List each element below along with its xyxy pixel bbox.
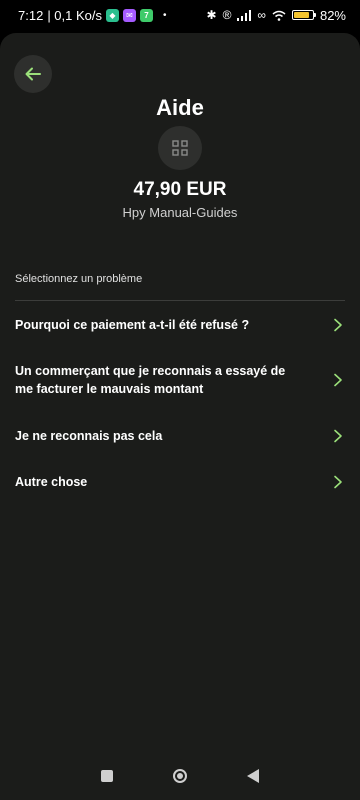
registered-icon: ® bbox=[222, 8, 232, 22]
help-option-refused[interactable]: Pourquoi ce paiement a-t-il été refusé ? bbox=[15, 316, 345, 334]
chevron-right-icon bbox=[331, 318, 345, 332]
shield-app-icon: ◆ bbox=[106, 8, 119, 22]
status-right: ✱ ® ∞ 82% bbox=[207, 8, 347, 23]
signal-icon bbox=[237, 9, 252, 21]
notification-dot-icon: • bbox=[163, 9, 167, 21]
messenger-icon: ✉ bbox=[123, 8, 136, 22]
help-option-other[interactable]: Autre chose bbox=[15, 473, 345, 491]
back-button[interactable] bbox=[14, 55, 52, 93]
option-label: Autre chose bbox=[15, 475, 88, 489]
navigation-bar bbox=[0, 752, 360, 800]
app-7-icon: 7 bbox=[140, 8, 153, 22]
help-sheet: Aide 47,90 EUR Hpy Manual-Guides Sélecti… bbox=[0, 33, 360, 800]
page-title: Aide bbox=[156, 95, 204, 120]
status-time: 7:12 bbox=[18, 7, 44, 23]
network-speed: | 0,1 Ko/s bbox=[47, 7, 102, 23]
bluetooth-icon: ✱ bbox=[206, 8, 217, 22]
transaction-amount: 47,90 EUR bbox=[133, 179, 227, 200]
recent-apps-button[interactable] bbox=[101, 770, 113, 782]
section-label: Sélectionnez un problème bbox=[15, 273, 143, 285]
status-left: 7:12 | 0,1 Ko/s ◆ ✉ 7 • bbox=[18, 8, 167, 23]
link-icon: ∞ bbox=[257, 8, 266, 22]
arrow-left-icon bbox=[25, 67, 41, 81]
merchant-name: Hpy Manual-Guides bbox=[122, 205, 238, 220]
option-label: Pourquoi ce paiement a-t-il été refusé ? bbox=[15, 318, 250, 332]
chevron-right-icon bbox=[331, 475, 345, 489]
divider bbox=[15, 300, 345, 301]
grid-icon bbox=[172, 140, 188, 156]
home-button[interactable] bbox=[173, 769, 187, 783]
help-option-not-recognized[interactable]: Je ne reconnais pas cela bbox=[15, 427, 345, 445]
battery-icon bbox=[291, 10, 316, 20]
wifi-icon bbox=[272, 10, 286, 21]
battery-percent: 82% bbox=[319, 7, 346, 23]
option-label: Un commerçant que je reconnais a essayé … bbox=[15, 364, 286, 396]
chevron-right-icon bbox=[331, 373, 345, 387]
merchant-logo bbox=[158, 126, 202, 170]
help-option-wrong-amount[interactable]: Un commerçant que je reconnais a essayé … bbox=[15, 362, 345, 398]
status-bar: 7:12 | 0,1 Ko/s ◆ ✉ 7 • ✱ ® ∞ 82% bbox=[0, 0, 360, 30]
option-label: Je ne reconnais pas cela bbox=[15, 429, 163, 443]
chevron-right-icon bbox=[331, 429, 345, 443]
back-nav-button[interactable] bbox=[247, 769, 259, 783]
